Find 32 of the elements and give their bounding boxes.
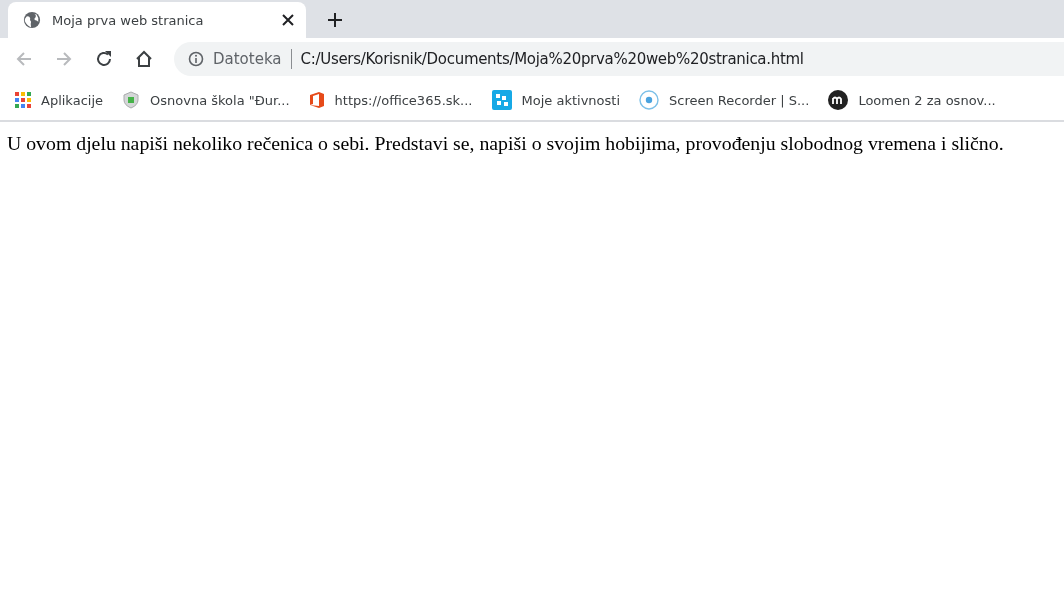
record-icon (639, 90, 659, 110)
bookmark-label: Screen Recorder | S... (669, 92, 810, 108)
tiles-icon (491, 90, 512, 110)
back-arrow-icon (15, 50, 33, 68)
bookmark-item[interactable]: Loomen 2 za osnov... (822, 90, 1002, 110)
shield-icon (122, 91, 140, 109)
home-icon (135, 50, 153, 68)
close-icon[interactable] (282, 14, 294, 26)
scheme-label: Datoteka (213, 50, 282, 68)
bookmark-label: Moje aktivnosti (521, 92, 620, 108)
tab-title: Moja prva web stranica (52, 12, 205, 28)
new-tab-icon[interactable] (328, 13, 342, 27)
bookmark-label: https://office365.sk... (334, 92, 473, 108)
reload-icon (95, 50, 113, 68)
bookmark-item[interactable]: Osnovna škola "Đur... (116, 91, 296, 109)
forward-arrow-icon (55, 50, 73, 68)
m-logo-icon (828, 90, 849, 110)
address-bar[interactable]: Datoteka C:/Users/Korisnik/Documents/Moja%20prva%20web%20stranica.html (174, 42, 1064, 76)
browser-tab[interactable]: Moja prva web stranica (8, 2, 306, 38)
bookmark-item[interactable]: Aplikacije (9, 92, 109, 108)
info-icon[interactable] (188, 51, 204, 67)
bookmark-label: Aplikacije (41, 92, 103, 108)
bookmark-item[interactable]: https://office365.sk... (302, 91, 479, 109)
bookmark-label: Loomen 2 za osnov... (858, 92, 996, 108)
globe-icon (23, 11, 41, 29)
apps-grid-icon (15, 92, 31, 108)
bookmark-item[interactable]: Moje aktivnosti (485, 90, 626, 110)
office-icon (308, 91, 325, 109)
paragraph: U ovom djelu napiši nekoliko rečenica o sebi. Predstavi se, napiši o svojim hobijima, provođenju slobodnog vremena i slično. (7, 132, 1005, 155)
bookmark-label: Osnovna škola "Đur... (150, 92, 290, 108)
bookmark-item[interactable]: Screen Recorder | S... (633, 90, 816, 110)
url-text: C:/Users/Korisnik/Documents/Moja%20prva%20web%20stranica.html (300, 50, 804, 68)
